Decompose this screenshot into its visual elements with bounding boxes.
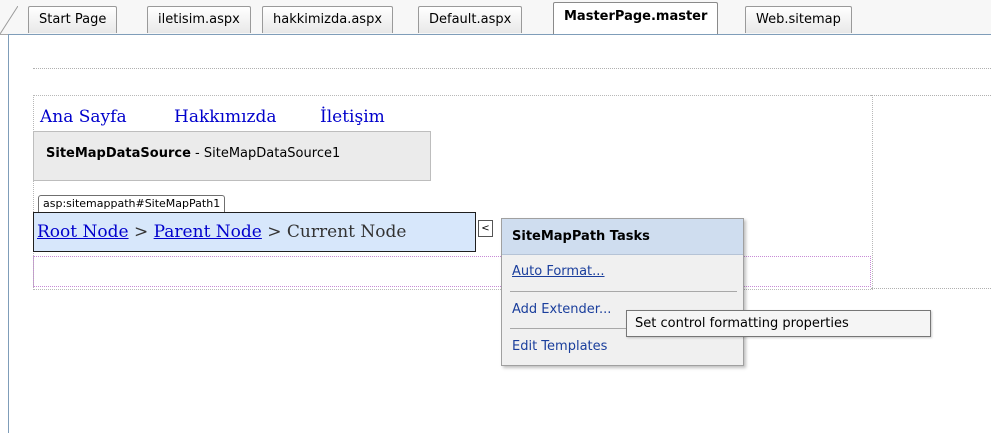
tab-start-page[interactable]: Start Page bbox=[28, 6, 118, 33]
document-tab-strip: Start Page iletisim.aspx hakkimizda.aspx… bbox=[0, 0, 991, 35]
layout-guide-right-top bbox=[871, 95, 991, 96]
sitemappath-tasks-panel: SiteMapPath Tasks Auto Format... Add Ext… bbox=[501, 218, 744, 366]
task-separator bbox=[510, 291, 737, 292]
breadcrumb-separator: > bbox=[261, 222, 287, 242]
task-auto-format[interactable]: Auto Format... bbox=[512, 264, 605, 279]
task-add-extender[interactable]: Add Extender... bbox=[512, 302, 611, 317]
datasource-separator: - bbox=[190, 146, 204, 161]
tab-masterpage-master[interactable]: MasterPage.master bbox=[553, 2, 719, 34]
menu-item-ana-sayfa[interactable]: Ana Sayfa bbox=[40, 107, 127, 127]
sitemappath-control[interactable]: Root Node > Parent Node > Current Node bbox=[33, 212, 476, 252]
sitemapdatasource-control[interactable]: SiteMapDataSource - SiteMapDataSource1 bbox=[33, 131, 431, 181]
breadcrumb-separator: > bbox=[128, 222, 154, 242]
tab-iletisim-aspx[interactable]: iletisim.aspx bbox=[147, 6, 251, 33]
tasks-panel-title: SiteMapPath Tasks bbox=[502, 219, 743, 255]
breadcrumb-root-node[interactable]: Root Node bbox=[37, 222, 129, 242]
layout-guide-right bbox=[871, 288, 991, 289]
menu-item-hakkimizda[interactable]: Hakkımızda bbox=[174, 107, 277, 127]
menu-item-iletisim[interactable]: İletişim bbox=[320, 107, 385, 127]
tab-strip-edge bbox=[0, 6, 18, 34]
tab-default-aspx[interactable]: Default.aspx bbox=[418, 6, 523, 33]
breadcrumb-parent-node[interactable]: Parent Node bbox=[154, 222, 262, 242]
datasource-id: SiteMapDataSource1 bbox=[203, 146, 341, 161]
tab-web-sitemap[interactable]: Web.sitemap bbox=[745, 6, 852, 33]
breadcrumb-current-node: Current Node bbox=[286, 222, 407, 242]
tab-hakkimizda-aspx[interactable]: hakkimizda.aspx bbox=[262, 6, 394, 33]
tooltip: Set control formatting properties bbox=[626, 310, 931, 337]
control-tag-label: asp:sitemappath#SiteMapPath1 bbox=[38, 195, 226, 212]
layout-guide-top bbox=[33, 68, 991, 69]
placeholder-region[interactable] bbox=[33, 256, 871, 287]
smart-tag-collapse-icon[interactable]: < bbox=[478, 220, 493, 237]
datasource-type-label: SiteMapDataSource bbox=[46, 146, 191, 161]
task-edit-templates[interactable]: Edit Templates bbox=[512, 339, 607, 354]
